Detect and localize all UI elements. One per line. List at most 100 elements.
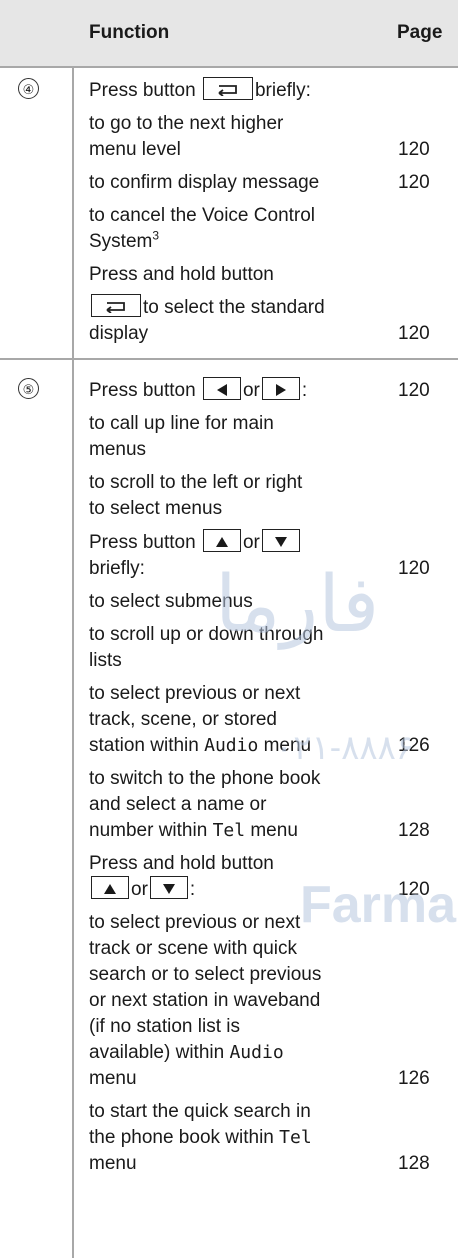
column-separator xyxy=(72,66,74,358)
line-text: to select previous or next xyxy=(89,683,301,704)
page-number: 120 xyxy=(398,323,430,344)
line-text: Press and hold button xyxy=(89,853,274,874)
text-line: to select previous or next xyxy=(89,910,300,936)
page-number: 126 xyxy=(398,1068,430,1089)
row-separator xyxy=(0,358,458,360)
up-key-button xyxy=(202,529,241,553)
line-text: Press button xyxy=(89,532,196,553)
text-line: or next station in waveband xyxy=(89,988,320,1014)
line-text: Press button xyxy=(89,380,196,401)
text-line: to cancel the Voice Control xyxy=(89,203,315,229)
text-line: Press and hold button xyxy=(89,262,274,288)
line-text: available) within xyxy=(89,1042,225,1063)
text-line: menu xyxy=(89,1066,137,1092)
display-term: Audio xyxy=(204,735,259,756)
display-term: Tel xyxy=(279,1127,312,1148)
left-key-button xyxy=(202,377,241,401)
arrow-left-icon xyxy=(216,383,227,396)
line-text: to select previous or next xyxy=(89,912,301,933)
text-line: to select the standard xyxy=(89,294,325,321)
text-line: Press button or: xyxy=(89,377,307,404)
down-key-button xyxy=(261,529,300,553)
page-number: 120 xyxy=(398,139,430,160)
line-text: or xyxy=(131,879,148,900)
text-line: to select previous or next xyxy=(89,681,300,707)
text-line: to scroll up or down through xyxy=(89,622,323,648)
text-line: (if no station list is xyxy=(89,1014,240,1040)
row-number-5: ⑤ xyxy=(18,378,39,399)
line-text: to call up line for main xyxy=(89,413,274,434)
line-text: to scroll to the left or right xyxy=(89,472,303,493)
line-text: to select the standard xyxy=(143,297,325,318)
page-number: 128 xyxy=(398,1153,430,1174)
line-text: to go to the next higher xyxy=(89,113,284,134)
page-number: 120 xyxy=(398,879,430,900)
text-line: to scroll to the left or right xyxy=(89,470,302,496)
line-text: : xyxy=(189,879,196,900)
page-number: 120 xyxy=(398,172,430,193)
text-line: to select menus xyxy=(89,496,222,522)
line-text: briefly: xyxy=(89,558,145,579)
text-line: to confirm display message xyxy=(89,170,319,196)
row-separator xyxy=(0,66,458,68)
line-text: Press and hold button xyxy=(89,264,274,285)
line-text: station within xyxy=(89,735,199,756)
line-text: menu xyxy=(250,820,298,841)
arrow-right-icon xyxy=(275,383,286,396)
text-line: menu level xyxy=(89,137,181,163)
text-line: available) within Audio xyxy=(89,1040,284,1066)
arrow-up-icon xyxy=(104,883,116,894)
down-key-button xyxy=(149,876,188,900)
line-text: to start the quick search in xyxy=(89,1101,311,1122)
line-text: to confirm display message xyxy=(89,172,320,193)
header-function: Function xyxy=(89,22,170,43)
back-arrow-icon xyxy=(106,301,125,314)
line-text: menu xyxy=(263,735,312,756)
text-line: to go to the next higher xyxy=(89,111,283,137)
text-line: and select a name or xyxy=(89,792,266,818)
back-key-button xyxy=(202,77,253,101)
line-text: and select a name or xyxy=(89,794,267,815)
line-text: to scroll up or down through xyxy=(89,624,324,645)
page-number: 128 xyxy=(398,820,430,841)
up-key-button xyxy=(91,876,129,900)
display-term: Tel xyxy=(212,820,246,841)
line-text: or xyxy=(242,532,260,553)
line-text: to select submenus xyxy=(89,591,253,612)
line-text: or xyxy=(242,380,260,401)
text-line: the phone book within Tel xyxy=(89,1125,312,1151)
line-text: to select menus xyxy=(89,498,223,519)
text-line: Press and hold button xyxy=(89,851,274,877)
footnote-marker: 3 xyxy=(152,228,160,243)
text-line: to start the quick search in xyxy=(89,1099,311,1125)
text-line: System3 xyxy=(89,229,159,255)
page-number: 120 xyxy=(398,558,430,579)
arrow-down-icon xyxy=(274,536,287,547)
text-line: track or scene with quick xyxy=(89,936,297,962)
text-line: Press button briefly: xyxy=(89,77,311,104)
text-line: search or to select previous xyxy=(89,962,321,988)
row-number-4: ④ xyxy=(18,78,39,99)
text-line: Press button or xyxy=(89,529,302,556)
line-text: track, scene, or stored xyxy=(89,709,277,730)
text-line: display xyxy=(89,321,148,347)
line-text: menu xyxy=(89,1153,137,1174)
text-line: menu xyxy=(89,1151,137,1177)
line-text: the phone book within xyxy=(89,1127,274,1148)
line-text: display xyxy=(89,323,149,344)
text-line: menus xyxy=(89,437,146,463)
function-table: Function Page ④ ⑤ Press button briefly: t… xyxy=(0,0,458,1258)
watermark-latin: Farma xyxy=(300,876,457,934)
page-number: 126 xyxy=(398,735,430,756)
display-term: Audio xyxy=(229,1042,284,1063)
column-separator xyxy=(72,360,74,1258)
line-text: (if no station list is xyxy=(89,1016,240,1037)
line-text: to cancel the Voice Control xyxy=(89,205,316,226)
table-header: Function Page xyxy=(0,0,458,66)
text-line: number within Tel menu xyxy=(89,818,298,844)
line-text: briefly: xyxy=(254,80,311,101)
text-line: lists xyxy=(89,648,122,674)
line-text: menu xyxy=(89,1068,137,1089)
line-text: lists xyxy=(89,650,122,671)
page-number: 120 xyxy=(398,380,430,401)
